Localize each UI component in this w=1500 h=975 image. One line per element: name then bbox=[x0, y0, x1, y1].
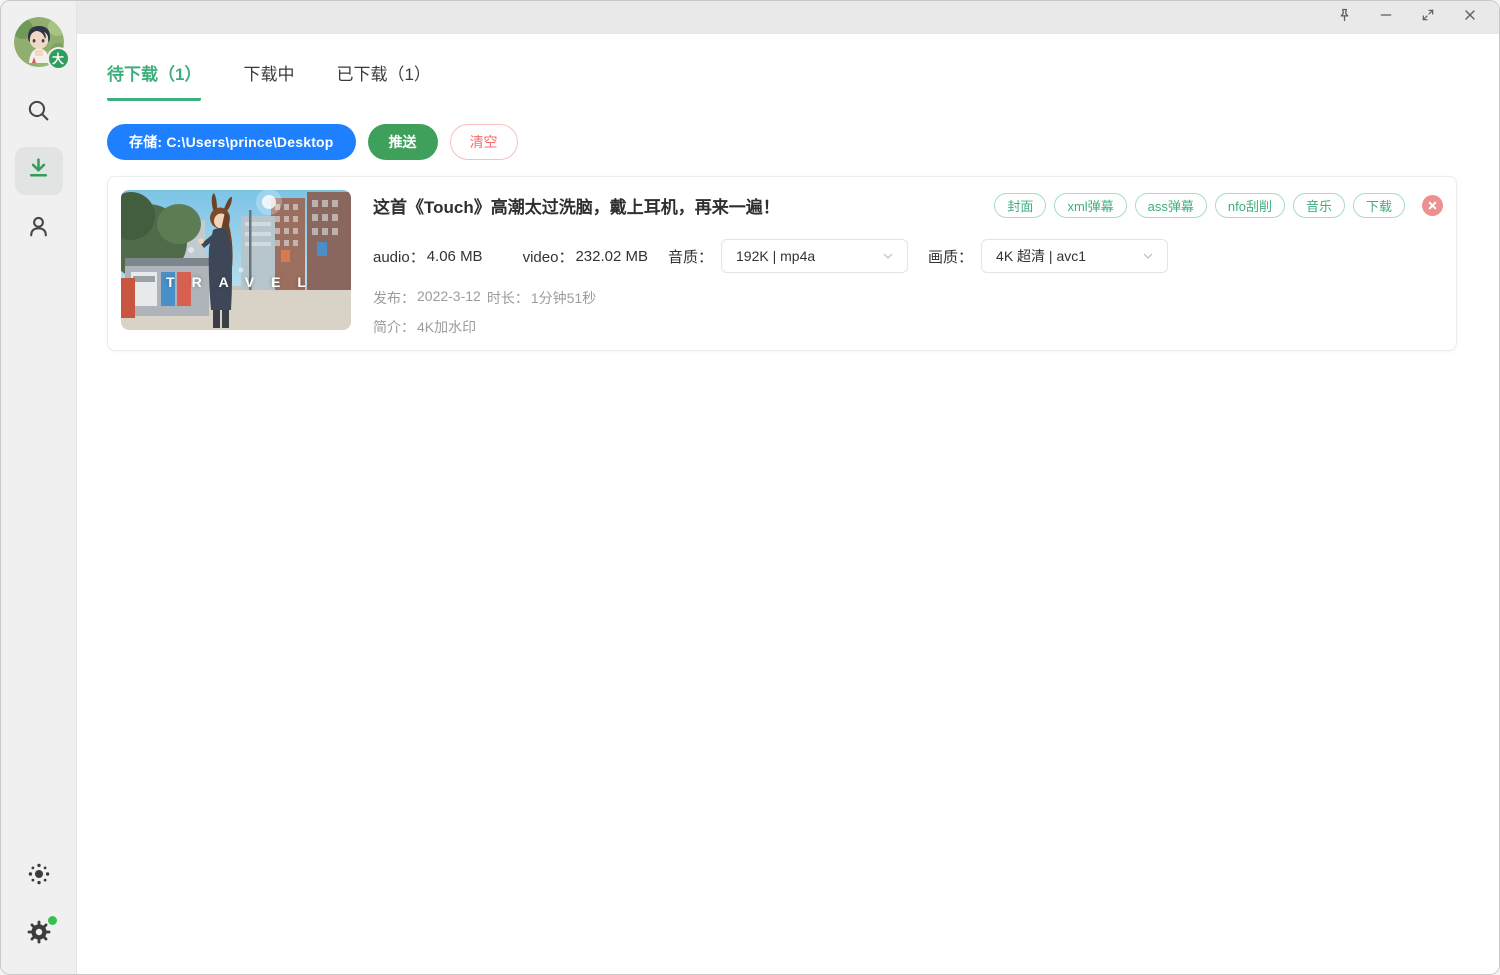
main-area: 待下载（1） 下载中 已下载（1） 存储: C:\Users\prince\De… bbox=[77, 1, 1499, 974]
user-icon bbox=[26, 214, 51, 244]
settings-gear-icon bbox=[26, 919, 52, 950]
thumbnail-art bbox=[121, 190, 351, 330]
sidebar-item-settings[interactable] bbox=[15, 910, 63, 958]
sidebar-item-downloads[interactable] bbox=[15, 147, 63, 195]
tag-nfo-scrape[interactable]: nfo刮削 bbox=[1215, 193, 1285, 218]
tag-music[interactable]: 音乐 bbox=[1293, 193, 1345, 218]
video-size-value: 232.02 MB bbox=[575, 248, 648, 265]
publish-row: 发布：2022-3-12 时长：1分钟51秒 bbox=[373, 288, 1443, 308]
intro-label: 简介： bbox=[373, 317, 415, 337]
download-item-info: 这首《Touch》高潮太过洗脑，戴上耳机，再来一遍！ 封面 xml弹幕 ass弹… bbox=[373, 190, 1443, 337]
video-quality-selected: 4K 超清 | avc1 bbox=[996, 246, 1086, 266]
push-button[interactable]: 推送 bbox=[368, 124, 438, 160]
title-row: 这首《Touch》高潮太过洗脑，戴上耳机，再来一遍！ 封面 xml弹幕 ass弹… bbox=[373, 193, 1443, 218]
remove-item-button[interactable] bbox=[1422, 195, 1443, 216]
chevron-down-icon bbox=[1141, 249, 1155, 263]
search-icon bbox=[26, 98, 51, 128]
tab-pending[interactable]: 待下载（1） bbox=[107, 60, 201, 101]
user-avatar[interactable]: 大 bbox=[14, 17, 64, 67]
maximize-button[interactable] bbox=[1407, 4, 1449, 32]
publish-date: 2022-3-12 bbox=[417, 288, 481, 308]
audio-quality-selected: 192K | mp4a bbox=[736, 248, 815, 264]
audio-quality-select[interactable]: 192K | mp4a bbox=[721, 239, 908, 273]
tag-cover[interactable]: 封面 bbox=[994, 193, 1046, 218]
content-area: 待下载（1） 下载中 已下载（1） 存储: C:\Users\prince\De… bbox=[77, 34, 1499, 974]
video-title: 这首《Touch》高潮太过洗脑，戴上耳机，再来一遍！ bbox=[373, 193, 780, 218]
storage-path-button[interactable]: 存储: C:\Users\prince\Desktop bbox=[107, 124, 356, 160]
pin-window-button[interactable] bbox=[1323, 4, 1365, 32]
video-quality-label: 画质： bbox=[928, 246, 973, 267]
sidebar-item-search[interactable] bbox=[15, 89, 63, 137]
close-icon bbox=[1462, 7, 1478, 28]
download-item-card: TRAVEL 这首《Touch》高潮太过洗脑，戴上耳机，再来一遍！ 封面 xml… bbox=[107, 176, 1457, 351]
minimize-button[interactable] bbox=[1365, 4, 1407, 32]
sidebar: 大 bbox=[1, 1, 77, 974]
theme-sun-icon bbox=[27, 862, 51, 891]
window-titlebar bbox=[77, 1, 1499, 34]
publish-label: 发布： bbox=[373, 288, 415, 308]
sidebar-item-account[interactable] bbox=[15, 205, 63, 253]
tag-download[interactable]: 下载 bbox=[1353, 193, 1405, 218]
duration-label: 时长： bbox=[487, 288, 529, 308]
tab-completed[interactable]: 已下载（1） bbox=[336, 60, 430, 101]
tab-downloading[interactable]: 下载中 bbox=[243, 60, 294, 101]
download-tabs: 待下载（1） 下载中 已下载（1） bbox=[107, 60, 1457, 101]
stats-row: audio： 4.06 MB video： 232.02 MB 音质： 192K… bbox=[373, 239, 1443, 273]
chevron-down-icon bbox=[881, 249, 895, 263]
duration-value: 1分钟51秒 bbox=[531, 288, 596, 308]
settings-notification-dot bbox=[48, 916, 57, 925]
option-tags: 封面 xml弹幕 ass弹幕 nfo刮削 音乐 下载 bbox=[994, 193, 1405, 218]
video-quality-select[interactable]: 4K 超清 | avc1 bbox=[981, 239, 1168, 273]
intro-row: 简介： 4K加水印 bbox=[373, 317, 1443, 337]
tag-xml-danmaku[interactable]: xml弹幕 bbox=[1054, 193, 1126, 218]
audio-size-value: 4.06 MB bbox=[427, 248, 483, 265]
audio-quality-label: 音质： bbox=[668, 246, 713, 267]
download-icon bbox=[26, 156, 51, 186]
app-window: 大 bbox=[0, 0, 1500, 975]
audio-size-label: audio： bbox=[373, 246, 425, 267]
maximize-icon bbox=[1420, 7, 1436, 28]
intro-value: 4K加水印 bbox=[417, 317, 476, 337]
pin-icon bbox=[1336, 7, 1353, 29]
video-size-label: video： bbox=[523, 246, 574, 267]
minimize-icon bbox=[1378, 7, 1394, 28]
action-bar: 存储: C:\Users\prince\Desktop 推送 清空 bbox=[107, 124, 1457, 160]
clear-button[interactable]: 清空 bbox=[450, 124, 518, 160]
tag-ass-danmaku[interactable]: ass弹幕 bbox=[1135, 193, 1207, 218]
remove-x-icon bbox=[1427, 200, 1438, 211]
sidebar-item-theme[interactable] bbox=[15, 852, 63, 900]
avatar-badge: 大 bbox=[47, 47, 70, 70]
close-window-button[interactable] bbox=[1449, 4, 1491, 32]
video-thumbnail[interactable]: TRAVEL bbox=[121, 190, 351, 330]
